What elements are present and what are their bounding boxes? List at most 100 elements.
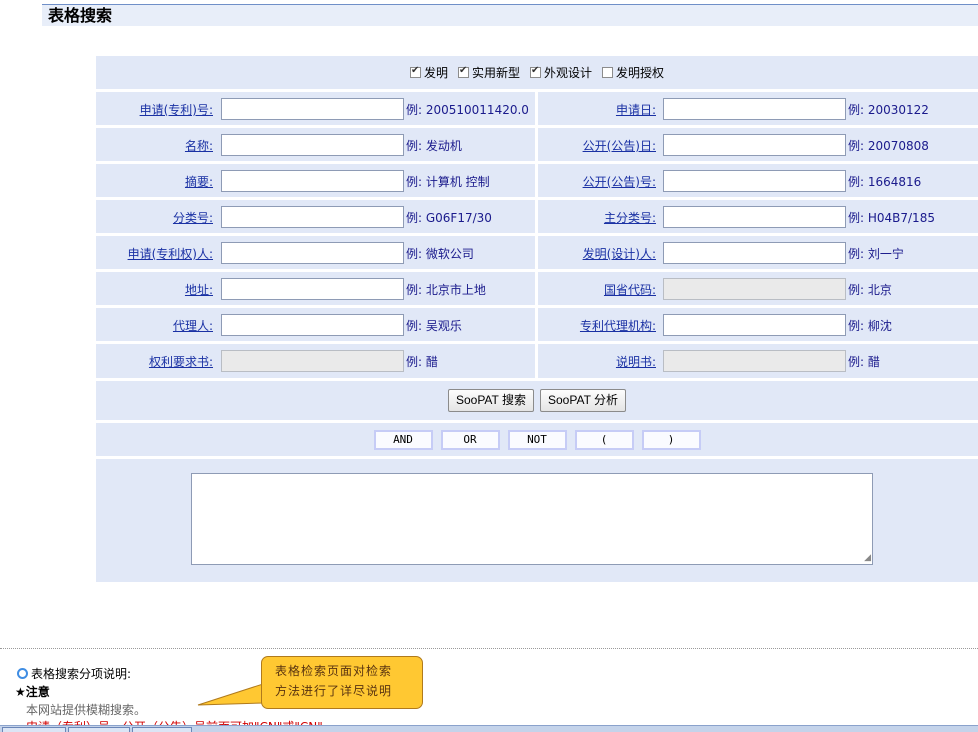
taskbar xyxy=(0,725,978,732)
field-label-link[interactable]: 公开(公告)号: xyxy=(583,173,656,190)
callout-line-1: 表格检索页面对检索 xyxy=(275,664,393,678)
field-input[interactable] xyxy=(221,134,404,156)
type-utility-model[interactable]: 实用新型 xyxy=(457,64,520,81)
type-design[interactable]: 外观设计 xyxy=(530,64,592,81)
field-input[interactable] xyxy=(221,314,404,336)
field-label-link[interactable]: 代理人: xyxy=(173,317,213,334)
field-input[interactable] xyxy=(663,242,846,264)
field-input[interactable] xyxy=(221,206,404,228)
operator-and-button[interactable]: AND xyxy=(373,429,433,450)
circle-bullet-icon xyxy=(17,668,28,679)
table-search-panel: 发明 实用新型 外观设计 发明授权 申请(专利)号: 例: 20051001142… xyxy=(96,56,978,582)
field-cell-right: 专利代理机构: 例: 柳沈 xyxy=(538,308,978,341)
type-invention[interactable]: 发明 xyxy=(409,64,448,81)
field-label-link[interactable]: 分类号: xyxy=(173,209,213,226)
field-input xyxy=(221,350,404,372)
field-cell-left: 名称: 例: 发动机 xyxy=(96,128,535,161)
checkbox-utility-model[interactable] xyxy=(457,65,469,78)
type-label: 实用新型 xyxy=(471,66,520,80)
type-label: 外观设计 xyxy=(544,66,593,80)
resize-grip-icon[interactable]: ◢ xyxy=(864,554,871,563)
soopat-analyze-button[interactable]: SooPAT 分析 xyxy=(540,389,627,412)
field-label-link[interactable]: 权利要求书: xyxy=(149,353,213,370)
field-example: 例: 20030122 xyxy=(848,103,929,117)
action-buttons: SooPAT 搜索 SooPAT 分析 xyxy=(96,381,978,420)
field-cell-right: 公开(公告)日: 例: 20070808 xyxy=(538,128,978,161)
field-example: 例: 醋 xyxy=(406,355,438,369)
field-example: 例: H04B7/185 xyxy=(848,211,935,225)
field-label-link[interactable]: 说明书: xyxy=(616,353,656,370)
field-input[interactable] xyxy=(221,242,404,264)
attention-heading: ★注意 xyxy=(15,683,50,700)
field-label-link[interactable]: 名称: xyxy=(185,137,213,154)
query-textarea[interactable]: ◢ xyxy=(191,473,873,565)
title-bar: 表格搜索 xyxy=(42,5,978,26)
field-example: 例: 微软公司 xyxy=(406,247,474,261)
type-granted-invention[interactable]: 发明授权 xyxy=(602,64,664,81)
field-label-link[interactable]: 国省代码: xyxy=(604,281,656,298)
taskbar-button[interactable] xyxy=(68,727,130,732)
field-label-link[interactable]: 申请(专利)号: xyxy=(140,101,213,118)
soopat-search-button[interactable]: SooPAT 搜索 xyxy=(447,389,534,412)
checkbox-design[interactable] xyxy=(530,65,541,78)
field-input[interactable] xyxy=(221,98,404,120)
field-input xyxy=(663,278,846,300)
field-cell-right: 说明书: 例: 醋 xyxy=(538,344,978,377)
field-cell-right: 国省代码: 例: 北京 xyxy=(538,272,978,305)
field-input[interactable] xyxy=(221,170,404,192)
field-cell-left: 地址: 例: 北京市上地 xyxy=(96,272,535,305)
field-input xyxy=(663,350,846,372)
checkbox-granted-invention[interactable] xyxy=(602,67,614,78)
field-example: 例: 柳沈 xyxy=(848,319,892,333)
field-label-link[interactable]: 主分类号: xyxy=(604,209,656,226)
taskbar-button[interactable] xyxy=(2,727,66,732)
field-label-link[interactable]: 发明(设计)人: xyxy=(583,245,656,262)
field-label-link[interactable]: 专利代理机构: xyxy=(580,317,656,334)
operator-or-button[interactable]: OR xyxy=(440,429,500,450)
type-label: 发明授权 xyxy=(616,66,665,80)
star-icon: ★ xyxy=(15,685,26,699)
operator-open-paren-button[interactable]: ( xyxy=(574,429,634,450)
field-cell-left: 分类号: 例: G06F17/30 xyxy=(96,200,535,233)
field-example: 例: 醋 xyxy=(848,355,880,369)
field-label-link[interactable]: 申请(专利权)人: xyxy=(128,245,213,262)
dotted-separator xyxy=(0,648,978,649)
field-example: 例: 北京市上地 xyxy=(406,283,486,297)
column-divider xyxy=(535,91,538,378)
row-divider xyxy=(96,456,978,459)
field-label-link[interactable]: 摘要: xyxy=(185,173,213,190)
field-example: 例: 吴观乐 xyxy=(406,319,462,333)
taskbar-button[interactable] xyxy=(132,727,192,732)
field-input[interactable] xyxy=(663,134,846,156)
operator-close-paren-button[interactable]: ) xyxy=(641,429,701,450)
page-title: 表格搜索 xyxy=(48,6,113,25)
field-example: 例: 北京 xyxy=(848,283,892,297)
field-cell-right: 公开(公告)号: 例: 1664816 xyxy=(538,164,978,197)
callout-line-2: 方法进行了详尽说明 xyxy=(275,684,393,698)
field-cell-left: 摘要: 例: 计算机 控制 xyxy=(96,164,535,197)
field-input[interactable] xyxy=(663,98,846,120)
field-cell-right: 主分类号: 例: H04B7/185 xyxy=(538,200,978,233)
field-cell-left: 申请(专利)号: 例: 200510011420.0 xyxy=(96,92,535,125)
field-cell-left: 申请(专利权)人: 例: 微软公司 xyxy=(96,236,535,269)
field-label-link[interactable]: 公开(公告)日: xyxy=(583,137,656,154)
field-cell-right: 申请日: 例: 20030122 xyxy=(538,92,978,125)
field-input[interactable] xyxy=(663,314,846,336)
field-label-link[interactable]: 地址: xyxy=(185,281,213,298)
field-cell-right: 发明(设计)人: 例: 刘一宁 xyxy=(538,236,978,269)
notes-heading-text: 表格搜索分项说明: xyxy=(31,667,132,681)
field-cell-left: 代理人: 例: 吴观乐 xyxy=(96,308,535,341)
callout-tail-icon xyxy=(197,683,265,706)
field-example: 例: 计算机 控制 xyxy=(406,175,490,189)
operator-buttons: AND OR NOT ( ) xyxy=(96,423,978,456)
field-input[interactable] xyxy=(221,278,404,300)
operator-not-button[interactable]: NOT xyxy=(507,429,567,450)
field-example: 例: G06F17/30 xyxy=(406,211,492,225)
field-input[interactable] xyxy=(663,206,846,228)
tip-callout: 表格检索页面对检索 方法进行了详尽说明 xyxy=(261,656,423,709)
field-example: 例: 1664816 xyxy=(848,175,922,189)
field-input[interactable] xyxy=(663,170,846,192)
field-label-link[interactable]: 申请日: xyxy=(616,101,656,118)
field-cell-left: 权利要求书: 例: 醋 xyxy=(96,344,535,377)
checkbox-invention[interactable] xyxy=(409,65,421,78)
